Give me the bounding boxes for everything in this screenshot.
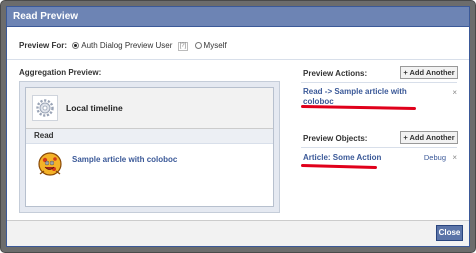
preview-for-row: Preview For: Auth Dialog Preview User [?… bbox=[19, 40, 227, 52]
aggregation-preview-label: Aggregation Preview: bbox=[19, 68, 102, 77]
preview-objects-label: Preview Objects: bbox=[303, 134, 368, 143]
preview-actions-label: Preview Actions: bbox=[303, 69, 368, 78]
close-button[interactable]: Close bbox=[436, 225, 463, 241]
radio-myself[interactable] bbox=[194, 42, 202, 49]
radio-auth-dialog-user[interactable] bbox=[72, 42, 80, 49]
dialog-title: Read Preview bbox=[7, 7, 469, 27]
aggregation-card: Local timeline Read Sample article with … bbox=[25, 87, 274, 207]
objects-divider bbox=[301, 147, 457, 148]
radio-myself-label[interactable]: Myself bbox=[204, 41, 227, 50]
sample-article-link[interactable]: Sample article with coloboc bbox=[72, 155, 177, 164]
highlight-underline-actions bbox=[300, 104, 417, 111]
remove-action-icon[interactable]: × bbox=[452, 88, 457, 97]
dialog-frame: Read Preview Preview For: Auth Dialog Pr… bbox=[0, 0, 476, 253]
help-icon[interactable]: [?] bbox=[177, 42, 189, 51]
timeline-title: Local timeline bbox=[66, 103, 123, 113]
add-another-action-button[interactable]: + Add Another bbox=[400, 66, 458, 79]
debug-link[interactable]: Debug bbox=[424, 153, 446, 162]
timeline-row: Local timeline bbox=[26, 88, 273, 129]
remove-object-icon[interactable]: × bbox=[452, 153, 457, 162]
actions-divider bbox=[301, 82, 457, 83]
add-another-object-button[interactable]: + Add Another bbox=[400, 131, 458, 144]
preview-object-item[interactable]: Article: Some Action bbox=[303, 153, 381, 163]
action-type-header: Read bbox=[26, 129, 273, 144]
divider bbox=[7, 59, 469, 60]
highlight-underline-objects bbox=[300, 164, 378, 169]
dialog-footer: Close bbox=[7, 220, 469, 246]
read-preview-dialog: Read Preview Preview For: Auth Dialog Pr… bbox=[6, 6, 470, 247]
gear-icon bbox=[32, 95, 58, 121]
aggregation-preview-box: Local timeline Read Sample article with … bbox=[19, 81, 280, 213]
preview-action-item[interactable]: Read -> Sample article with coloboc bbox=[303, 87, 407, 107]
radio-auth-dialog-user-label[interactable]: Auth Dialog Preview User bbox=[81, 41, 172, 50]
preview-action-line-1[interactable]: Read -> Sample article with bbox=[303, 87, 407, 96]
preview-for-label: Preview For: bbox=[19, 41, 68, 50]
pizza-character-icon bbox=[36, 149, 64, 177]
